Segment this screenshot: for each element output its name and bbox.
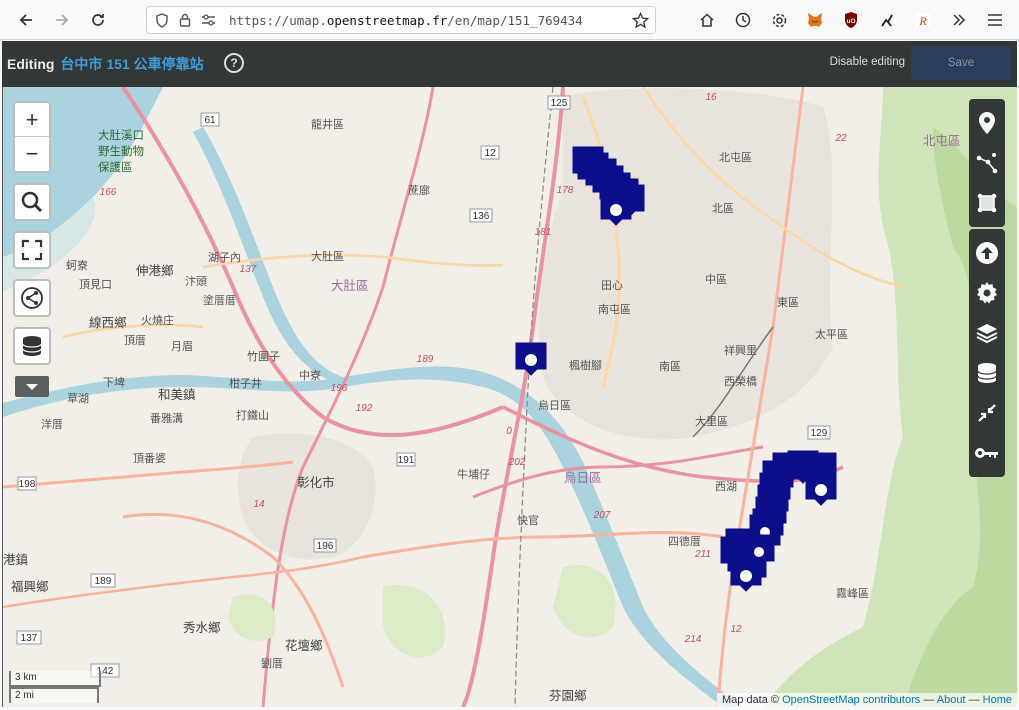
home-link[interactable]: Home [983, 694, 1012, 706]
extension-r-icon[interactable]: R [909, 6, 937, 34]
about-link[interactable]: About [937, 694, 966, 706]
history-icon[interactable] [729, 6, 757, 34]
osm-contributors-link[interactable]: OpenStreetMap contributors [782, 694, 920, 706]
markers-layer [515, 146, 837, 592]
browser-toolbar: https://umap.openstreetmap.fr/en/map/151… [0, 0, 1019, 40]
menu-hamburger-icon[interactable] [981, 6, 1009, 34]
permissions-icon[interactable] [201, 14, 219, 26]
map-scale: 3 km 2 mi [9, 671, 101, 703]
home-icon[interactable] [693, 6, 721, 34]
bus-stop-marker[interactable] [730, 558, 762, 592]
attribution-separator: — [923, 694, 935, 706]
url-text: https://umap.openstreetmap.fr/en/map/151… [229, 12, 583, 28]
shield-icon[interactable] [155, 12, 173, 28]
settings-gear-icon[interactable] [765, 6, 793, 34]
bus-stop-marker[interactable] [515, 342, 547, 376]
ublock-origin-icon[interactable]: uO [837, 6, 865, 34]
scale-km: 3 km [9, 671, 101, 687]
scale-mi: 2 mi [9, 687, 99, 703]
map-canvas[interactable]: 大肚溪口 野生動物 保護區 龍井區 北屯區 北屯區 北區 蔗廍 大肚區 大肚區 … [2, 87, 1017, 707]
map-name[interactable]: 台中市 151 公車停靠站 [60, 54, 203, 74]
save-button[interactable]: Save [911, 46, 1011, 80]
forward-icon[interactable] [48, 6, 76, 34]
lock-icon[interactable] [179, 13, 195, 27]
attribution-prefix: Map data © [721, 694, 780, 706]
bus-stop-marker[interactable] [600, 192, 632, 226]
disable-editing-link[interactable]: Disable editing [830, 56, 905, 68]
svg-text:uO: uO [846, 18, 855, 25]
attribution-separator: — [968, 694, 980, 706]
extension-figure-icon[interactable] [873, 6, 901, 34]
browser-extensions: uO R [693, 6, 1009, 34]
svg-text:R: R [918, 14, 927, 28]
map-attribution: Map data © OpenStreetMap contributors — … [716, 693, 1017, 707]
help-icon[interactable]: ? [224, 53, 244, 73]
overflow-chevron-icon[interactable] [945, 6, 973, 34]
url-bar[interactable]: https://umap.openstreetmap.fr/en/map/151… [146, 6, 656, 34]
editing-label: Editing [7, 56, 55, 72]
bookmark-star-icon[interactable] [632, 12, 649, 29]
bus-stop-marker[interactable] [805, 472, 837, 506]
umap-header: Editing 台中市 151 公車停靠站 ? Disable editing … [2, 41, 1017, 87]
metamask-fox-icon[interactable] [801, 6, 829, 34]
reload-icon[interactable] [84, 6, 112, 34]
back-icon[interactable] [12, 6, 40, 34]
